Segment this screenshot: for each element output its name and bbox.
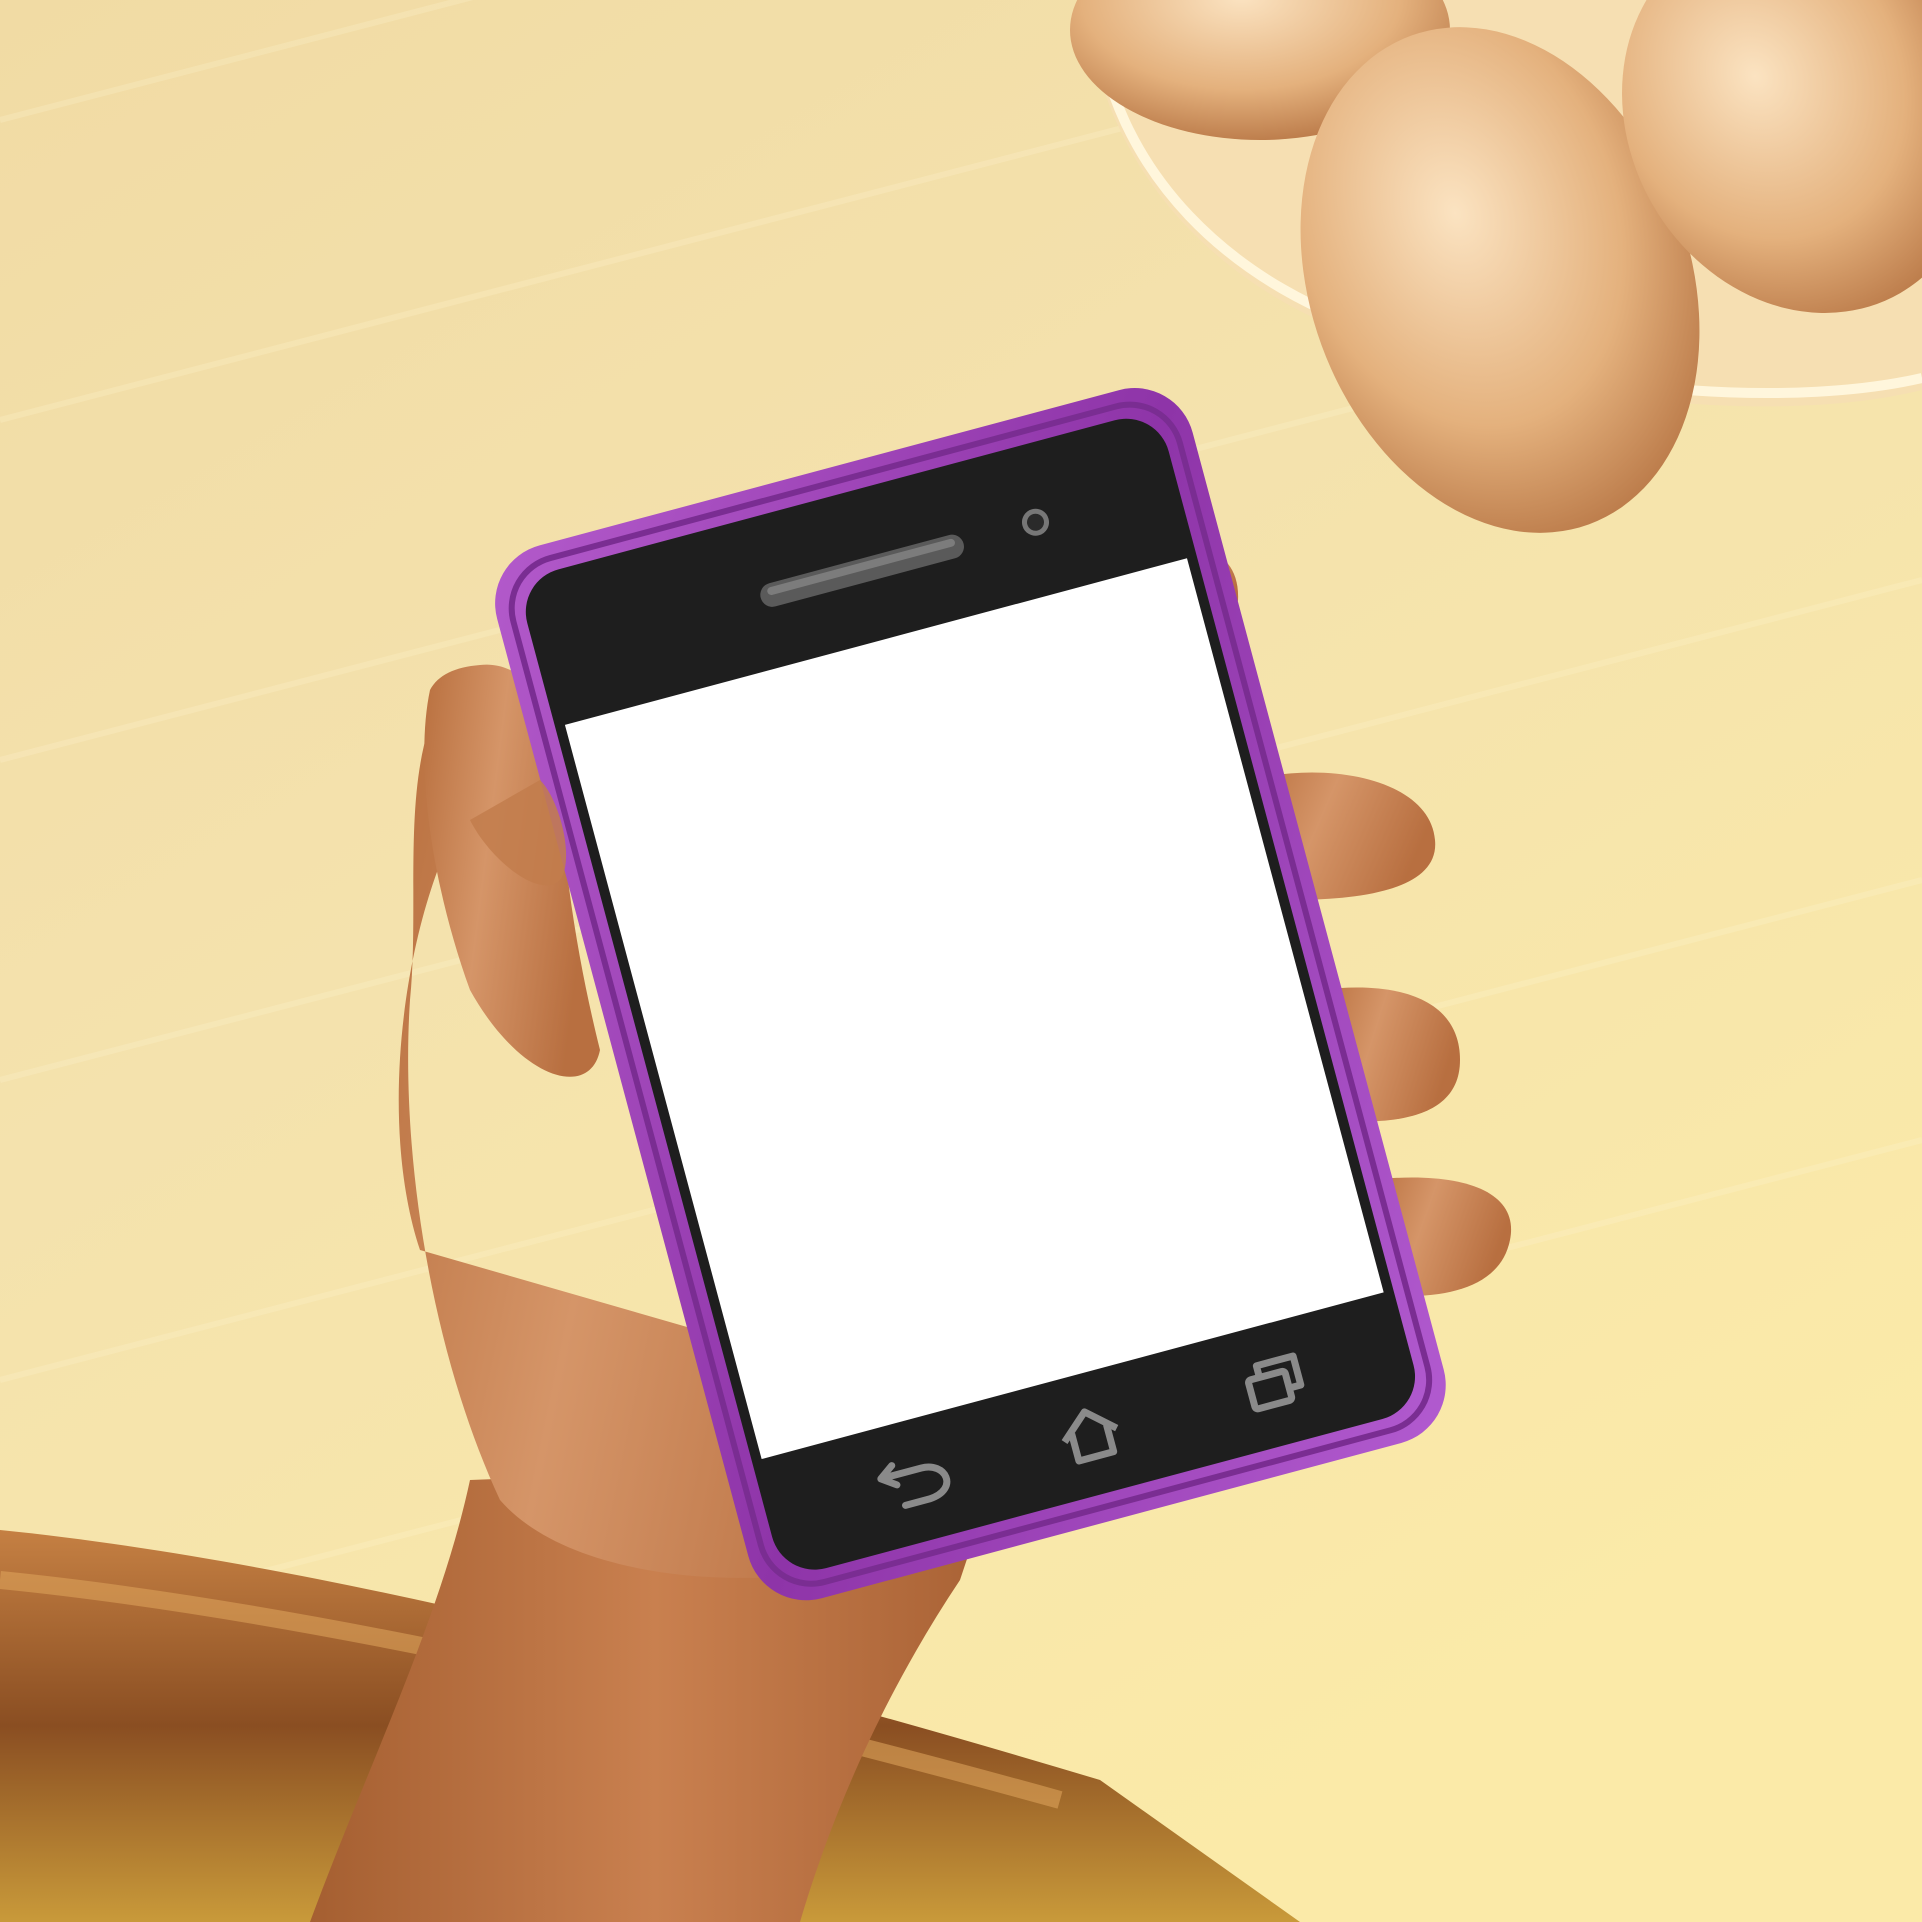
front-camera [1021,508,1049,536]
scene [0,0,1922,1922]
